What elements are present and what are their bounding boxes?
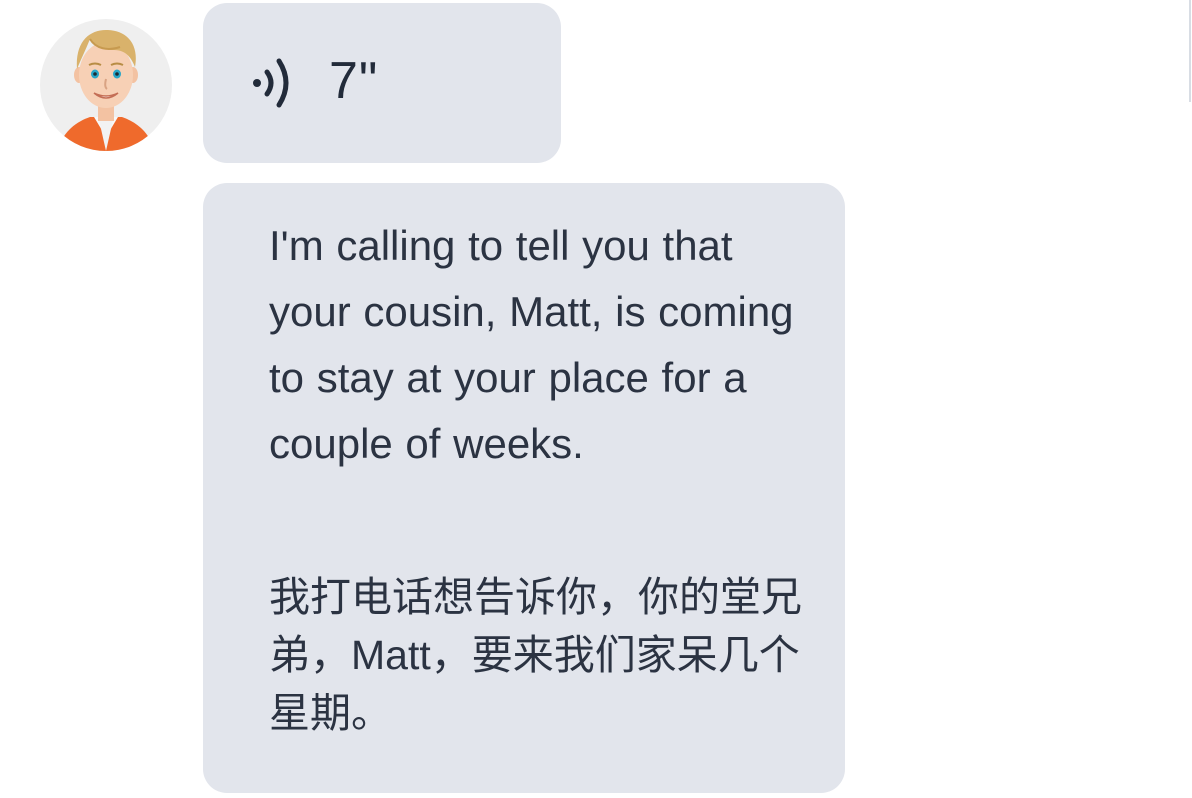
audio-duration: 7" [329, 52, 379, 110]
speaker-wave-icon[interactable] [249, 54, 299, 112]
audio-message-bubble[interactable]: 7" [203, 3, 561, 163]
cartoon-man-avatar-icon [58, 29, 154, 151]
text-message-bubble[interactable]: I'm calling to tell you that your cousin… [203, 183, 845, 793]
chat-conversation: 7" I'm calling to tell you that your cou… [0, 0, 1192, 798]
message-text-chinese: 我打电话想告诉你，你的堂兄弟，Matt，要来我们家呆几个星期。 [269, 574, 802, 736]
message-text-english: I'm calling to tell you that your cousin… [269, 222, 794, 467]
scrollbar[interactable] [1189, 0, 1191, 102]
sender-avatar[interactable] [40, 19, 172, 151]
